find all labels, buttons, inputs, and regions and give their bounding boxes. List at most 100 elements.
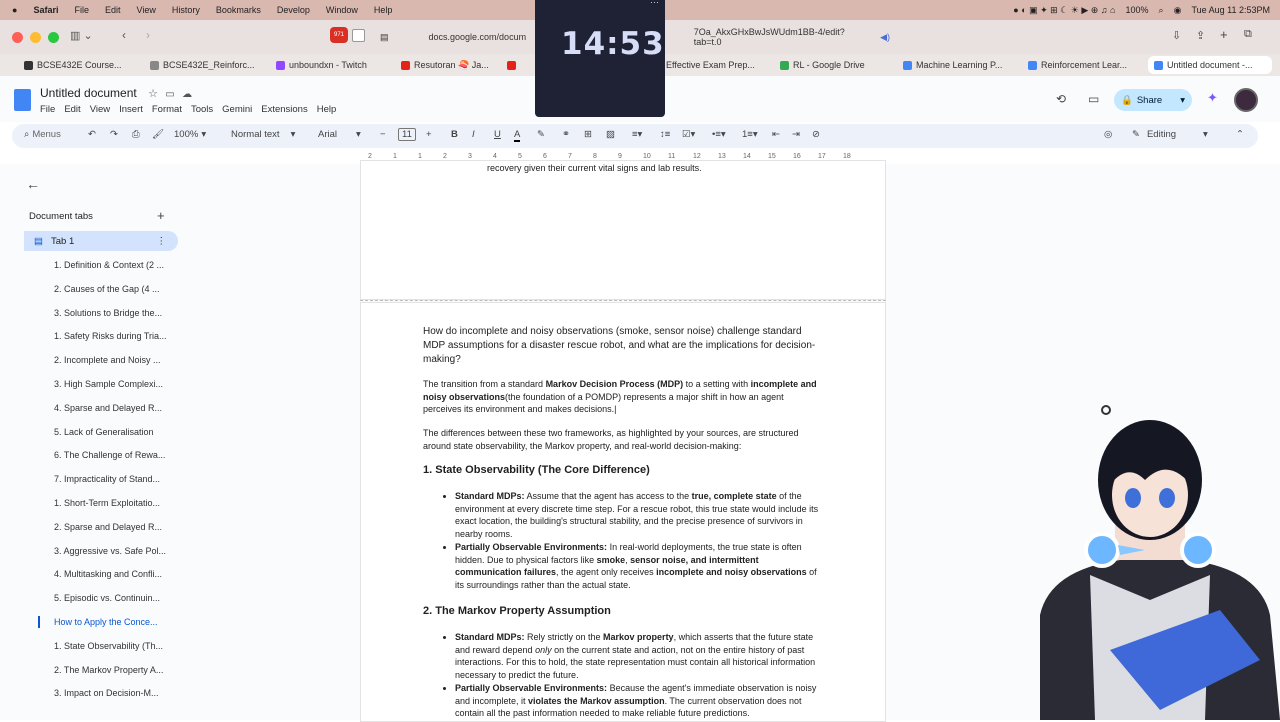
zoom-select[interactable]: 100% ▾ [174,129,206,140]
outline-item[interactable]: 1. Safety Risks during Tria... [54,331,167,355]
move-icon[interactable]: ▭ [165,89,174,100]
highlight-icon[interactable]: ✎ [537,129,545,140]
menu-file[interactable]: File [74,5,89,15]
sidebar-tab-1[interactable]: ▤ Tab 1 ⋮ [24,231,178,251]
font-size-increase[interactable]: + [426,129,432,140]
menu-edit[interactable]: Edit [105,5,121,15]
tab-exam-prep[interactable]: Effective Exam Prep... [666,60,755,70]
align-icon[interactable]: ≡▾ [632,129,642,140]
outline-item[interactable]: 3. Solutions to Bridge the... [54,308,167,332]
undo-icon[interactable]: ↶ [88,129,96,140]
redo-icon[interactable]: ↷ [110,129,118,140]
underline-icon[interactable]: U [494,129,501,140]
document-title[interactable]: Untitled document ☆ ▭ ☁ [40,86,192,100]
increase-indent-icon[interactable]: ⇥ [792,129,800,140]
outline-item[interactable]: 2. Causes of the Gap (4 ... [54,284,167,308]
forward-icon[interactable]: › [146,28,150,42]
menu-window[interactable]: Window [326,5,358,15]
print-icon[interactable]: ⎙ [132,129,140,140]
menu-develop[interactable]: Develop [277,5,310,15]
outline-item[interactable]: 3. Aggressive vs. Safe Pol... [54,546,167,570]
battery-percent[interactable]: 100% [1126,5,1149,15]
collapse-icon[interactable]: ⌃ [1236,129,1244,140]
decrease-indent-icon[interactable]: ⇤ [772,129,780,140]
outline-item[interactable]: 5. Episodic vs. Continuin... [54,593,167,617]
tab-course[interactable]: BCSE432E Course... [24,60,122,70]
link-icon[interactable]: ⚭ [562,129,570,140]
docs-menu-tools[interactable]: Tools [191,104,213,115]
chevron-down-icon[interactable]: ▾ [1180,95,1185,106]
outline-item[interactable]: How to Apply the Conce... [54,617,167,641]
history-icon[interactable]: ⟲ [1056,92,1066,106]
clock[interactable]: Tue Aug 11 2:53PM [1191,5,1270,15]
audio-icon[interactable]: ◀) [880,32,890,43]
more-options-icon[interactable]: ⋮ [157,236,167,247]
share-button[interactable]: 🔒 Share ▾ [1114,89,1192,111]
tab-twitch[interactable]: unboundxn - Twitch [276,60,367,70]
status-icons[interactable]: ● ◐ ▣ ✦ ⊞ ☾ ☀ ▶ ⊕ ♫ ⌂ [1013,5,1115,16]
image-icon[interactable]: ▨ [606,129,615,140]
gemini-icon[interactable]: ✦ [1207,90,1218,106]
sidebar-toggle-icon[interactable]: ▥ ⌄ [70,29,93,42]
bulleted-list-icon[interactable]: •≡▾ [712,129,726,140]
comment-icon[interactable]: ▭ [1088,92,1099,106]
menu-bookmarks[interactable]: Bookmarks [216,5,261,15]
minimize-window-button[interactable] [30,31,41,43]
docs-menu-gemini[interactable]: Gemini [222,104,252,115]
outline-item[interactable]: 5. Lack of Generalisation [54,427,167,451]
tab-drive[interactable]: RL - Google Drive [780,60,865,70]
outline-item[interactable]: 2. The Markov Property A... [54,665,167,689]
outline-item[interactable]: 4. Multitasking and Confli... [54,569,167,593]
more-icon[interactable]: ··· [650,0,659,7]
zoom-window-button[interactable] [48,31,59,43]
control-center-icon[interactable]: ◉ [1174,5,1182,16]
timer-overlay[interactable]: ··· 14:53 [535,0,665,117]
clear-formatting-icon[interactable]: ⊘ [812,129,820,140]
docs-menu-extensions[interactable]: Extensions [261,104,307,115]
numbered-list-icon[interactable]: 1≡▾ [742,129,758,140]
app-menu[interactable]: Safari [33,5,58,15]
bold-icon[interactable]: B [451,129,458,140]
docs-menu-help[interactable]: Help [317,104,337,115]
italic-icon[interactable]: I [472,129,475,140]
new-tab-icon[interactable]: + [1220,27,1228,42]
docs-menu-file[interactable]: File [40,104,55,115]
cloud-icon[interactable]: ☁ [182,89,192,100]
ai-icon[interactable]: ◎ [1104,129,1112,140]
tab-rl[interactable]: Reinforcement Lear... [1028,60,1127,70]
menu-history[interactable]: History [172,5,200,15]
tab-reinforc[interactable]: BCSE432E_Reinforc... [150,60,255,70]
docs-menu-view[interactable]: View [90,104,110,115]
search-icon[interactable]: ⌕ [1159,5,1164,16]
back-arrow-icon[interactable]: ← [26,176,40,192]
search-menus[interactable]: ⌕ Menus [24,129,61,140]
outline-item[interactable]: 3. Impact on Decision-M... [54,688,167,712]
text-color-icon[interactable]: A [514,129,521,142]
extension-badge[interactable]: 971 [330,27,348,43]
font-select[interactable]: Arial ▾ [318,129,361,140]
font-size-decrease[interactable]: − [380,129,386,140]
extension-icon[interactable] [352,29,365,42]
font-size-input[interactable]: 11 [398,128,416,141]
outline-item[interactable]: 1. Short-Term Exploitatio... [54,498,167,522]
star-icon[interactable]: ☆ [148,88,158,100]
download-icon[interactable]: ⇩ [1172,29,1181,42]
docs-menu-insert[interactable]: Insert [119,104,143,115]
outline-item[interactable]: 6. The Challenge of Rewa... [54,450,167,474]
docs-menu-edit[interactable]: Edit [64,104,80,115]
outline-item[interactable]: 4. Sparse and Delayed R... [54,403,167,427]
outline-item[interactable]: 1. Definition & Context (2 ... [54,260,167,284]
docs-logo-icon[interactable] [14,89,31,111]
docs-menu-format[interactable]: Format [152,104,182,115]
tab-untitled-doc[interactable]: Untitled document -... [1148,56,1272,74]
menu-help[interactable]: Help [374,5,393,15]
line-spacing-icon[interactable]: ↕≡ [660,129,670,140]
style-select[interactable]: Normal text ▾ [231,129,295,140]
outline-item[interactable]: 2. Incomplete and Noisy ... [54,355,167,379]
outline-item[interactable]: 1. State Observability (Th... [54,641,167,665]
tab-overview-icon[interactable]: ⧉ [1244,28,1252,41]
avatar[interactable] [1234,88,1258,112]
add-tab-icon[interactable]: + [157,208,165,223]
outline-item[interactable]: 2. Sparse and Delayed R... [54,522,167,546]
tab-youtube[interactable]: Resutoran 🍣 Ja... [401,60,516,71]
